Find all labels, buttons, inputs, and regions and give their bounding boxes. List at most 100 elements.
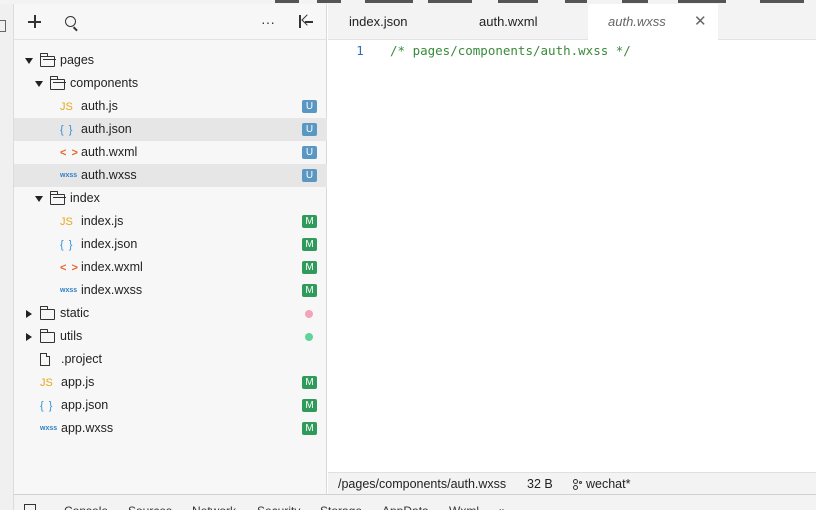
tree-file[interactable]: < > index.wxml M <box>14 256 327 279</box>
editor-tab-label: auth.wxss <box>608 14 666 29</box>
tree-item-label: app.wxss <box>61 421 114 435</box>
activity-bar <box>0 4 14 510</box>
git-status-badge: U <box>302 146 317 159</box>
tree-file[interactable]: JS app.js M <box>14 371 327 394</box>
collapse-sidebar-icon[interactable] <box>296 4 316 40</box>
status-branch-label: wechat* <box>586 477 631 491</box>
devtools-tab-strip: Console Sources Network Security Storage AppD… <box>14 494 816 510</box>
tree-item-label: .project <box>61 352 102 366</box>
devtools-tab[interactable]: Network <box>192 504 236 510</box>
js-file-icon: JS <box>60 215 73 228</box>
tree-item-label: index.wxss <box>81 283 143 297</box>
git-status-badge: M <box>302 261 317 274</box>
git-status-badge: U <box>302 100 317 113</box>
chevron-right-icon[interactable] <box>26 333 32 341</box>
folder-open-icon <box>39 49 56 72</box>
chevron-down-icon[interactable] <box>35 81 43 87</box>
status-bar: /pages/components/auth.wxss 32 B wechat* <box>328 472 816 494</box>
tree-item-label: auth.json <box>81 122 132 136</box>
tree-file[interactable]: JS index.js M <box>14 210 327 233</box>
json-file-icon: { } <box>60 123 74 136</box>
tree-item-label: app.js <box>61 375 95 389</box>
tree-item-label: index.json <box>81 237 138 251</box>
tree-file[interactable]: JS auth.js U <box>14 95 327 118</box>
editor-area: index.json auth.wxml auth.wxss ✕ 1 /* pages/… <box>328 4 816 472</box>
panel-edge-icon[interactable] <box>0 20 6 32</box>
json-file-icon: { } <box>60 238 74 251</box>
git-status-badge: U <box>302 169 317 182</box>
editor-tab[interactable]: auth.wxml <box>458 4 588 40</box>
editor-tab-label: index.json <box>349 14 408 29</box>
more-icon[interactable]: ··· <box>258 4 278 40</box>
tree-file[interactable]: wxss auth.wxss U <box>14 164 327 187</box>
file-icon <box>40 348 51 371</box>
search-icon[interactable] <box>62 4 80 40</box>
git-status-badge: M <box>302 238 317 251</box>
wxml-file-icon: < > <box>60 261 79 274</box>
plus-icon[interactable] <box>26 4 44 40</box>
file-tree: pages components JS auth.js U{ } auth.json U < … <box>14 49 327 440</box>
chevron-down-icon[interactable] <box>35 196 43 202</box>
tree-folder[interactable]: pages <box>14 49 327 72</box>
tree-file[interactable]: wxss app.wxss M <box>14 417 327 440</box>
wxss-file-icon: wxss <box>40 425 58 432</box>
close-icon[interactable]: ✕ <box>694 4 707 40</box>
git-status-badge: M <box>302 422 317 435</box>
tree-folder[interactable]: utils <box>14 325 327 348</box>
devtools-tab[interactable]: Security <box>257 504 300 510</box>
explorer-sidebar: ··· pages components JS auth.js U { } auth.jso… <box>14 4 327 494</box>
wxss-file-icon: wxss <box>60 172 78 179</box>
devtools-tab[interactable]: Storage <box>320 504 362 510</box>
git-status-badge: M <box>302 399 317 412</box>
line-number: 1 <box>356 43 364 58</box>
editor-tabs: index.json auth.wxml auth.wxss ✕ <box>328 4 816 41</box>
devtools-tab[interactable]: Console <box>64 504 108 510</box>
git-status-badge: U <box>302 123 317 136</box>
tree-folder[interactable]: static <box>14 302 327 325</box>
editor-tab[interactable]: index.json <box>328 4 458 40</box>
git-status-badge: M <box>302 215 317 228</box>
wxml-file-icon: < > <box>60 146 79 159</box>
ide-window: ··· pages components JS auth.js U { } auth.jso… <box>0 0 816 510</box>
tree-file[interactable]: { } index.json M <box>14 233 327 256</box>
git-branch-icon <box>572 478 584 490</box>
status-file-size: 32 B <box>527 477 553 491</box>
js-file-icon: JS <box>60 100 73 113</box>
wxss-file-icon: wxss <box>60 287 78 294</box>
tree-file[interactable]: < > auth.wxml U <box>14 141 327 164</box>
devtools-tab[interactable]: » <box>499 504 506 510</box>
devtools-tab[interactable]: AppData <box>382 504 429 510</box>
tree-file[interactable]: { } app.json M <box>14 394 327 417</box>
tree-file[interactable]: wxss index.wxss M <box>14 279 327 302</box>
tree-file[interactable]: { } auth.json U <box>14 118 327 141</box>
status-dot <box>305 310 313 318</box>
chevron-down-icon[interactable] <box>25 58 33 64</box>
dock-icon[interactable] <box>24 504 36 510</box>
folder-open-icon <box>49 187 66 210</box>
tree-item-label: utils <box>60 329 83 343</box>
explorer-toolbar: ··· <box>14 4 326 40</box>
tree-item-label: pages <box>60 53 95 67</box>
code-editor[interactable]: 1 /* pages/components/auth.wxss */ <box>328 40 816 472</box>
tree-item-label: components <box>70 76 139 90</box>
folder-icon <box>39 325 55 348</box>
tree-folder[interactable]: index <box>14 187 327 210</box>
status-branch[interactable]: wechat* <box>572 473 630 495</box>
folder-open-icon <box>49 72 66 95</box>
git-status-badge: M <box>302 376 317 389</box>
status-file-path: /pages/components/auth.wxss <box>338 477 507 491</box>
tree-folder[interactable]: components <box>14 72 327 95</box>
code-line[interactable]: /* pages/components/auth.wxss */ <box>390 43 631 58</box>
devtools-tab[interactable]: Sources <box>128 504 172 510</box>
tree-item-label: static <box>60 306 90 320</box>
json-file-icon: { } <box>40 399 54 412</box>
tree-item-label: auth.js <box>81 99 118 113</box>
editor-tab[interactable]: auth.wxss ✕ <box>588 4 718 41</box>
tree-file[interactable]: .project <box>14 348 327 371</box>
editor-tab-label: auth.wxml <box>479 14 538 29</box>
js-file-icon: JS <box>40 376 53 389</box>
chevron-right-icon[interactable] <box>26 310 32 318</box>
tree-item-label: index.wxml <box>81 260 143 274</box>
devtools-tab[interactable]: Wxml <box>449 504 479 510</box>
status-dot <box>305 333 313 341</box>
